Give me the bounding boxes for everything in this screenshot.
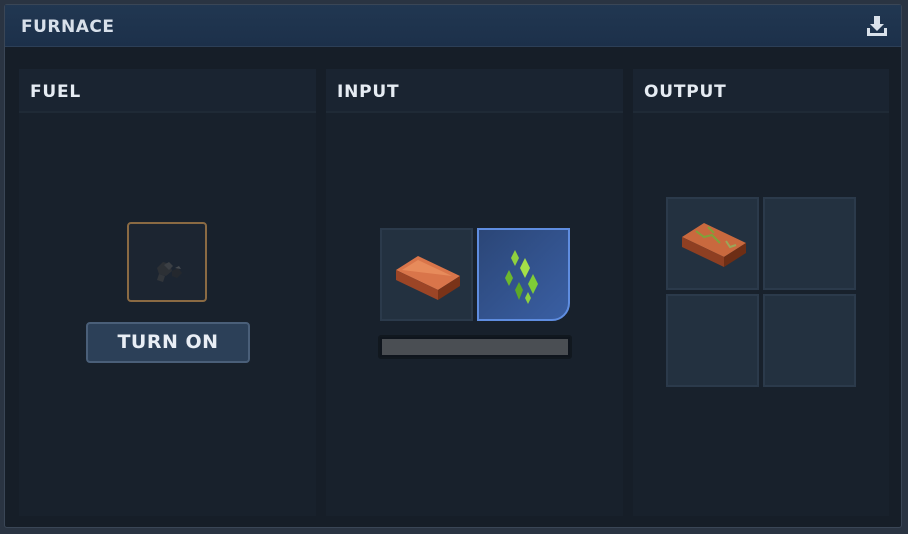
- furnace-window: FURNACE FUEL TURN ON INPUT OUTPUT: [4, 4, 902, 528]
- smelt-progress-bar: [378, 335, 572, 359]
- output-slot-3[interactable]: [666, 294, 759, 387]
- fuel-panel-header: FUEL: [19, 69, 316, 113]
- input-panel: INPUT: [326, 69, 623, 516]
- smelt-progress-fill: [382, 339, 568, 355]
- input-heading: INPUT: [337, 82, 400, 102]
- output-panel-header: OUTPUT: [633, 69, 889, 113]
- output-slot-1[interactable]: [666, 197, 759, 290]
- output-heading: OUTPUT: [644, 82, 727, 102]
- window-title: FURNACE: [21, 17, 115, 37]
- green-crystal-icon: [505, 250, 538, 304]
- copper-brick-icon: [682, 223, 746, 267]
- input-slot-2[interactable]: [477, 228, 570, 321]
- title-bar: FURNACE: [5, 5, 901, 47]
- output-slot-2[interactable]: [763, 197, 856, 290]
- input-panel-header: INPUT: [326, 69, 623, 113]
- download-icon[interactable]: [865, 14, 889, 38]
- input-slot-1[interactable]: [380, 228, 473, 321]
- copper-ingot-icon: [396, 256, 460, 300]
- coal-icon: [157, 262, 182, 282]
- fuel-heading: FUEL: [30, 82, 82, 102]
- turn-on-button[interactable]: TURN ON: [86, 322, 250, 363]
- output-slot-4[interactable]: [763, 294, 856, 387]
- fuel-slot[interactable]: [127, 222, 207, 302]
- fuel-panel: FUEL TURN ON: [19, 69, 316, 516]
- output-panel: OUTPUT: [633, 69, 889, 516]
